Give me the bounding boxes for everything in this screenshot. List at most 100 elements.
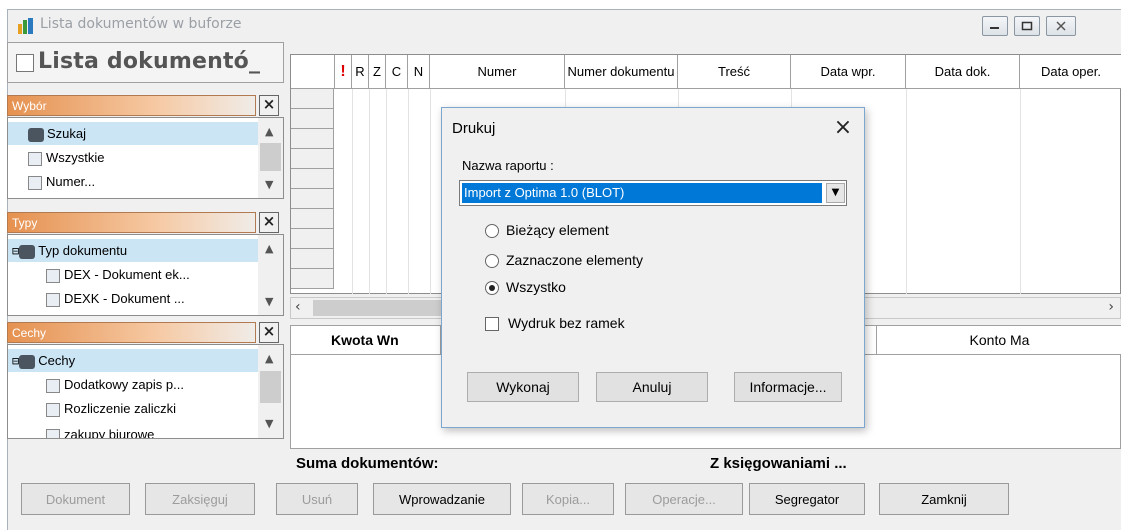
kopia-button[interactable]: Kopia...: [522, 483, 614, 515]
grid-line: [408, 89, 409, 294]
section-header-cechy[interactable]: Cechy: [7, 322, 256, 343]
column-header-r[interactable]: R: [352, 55, 369, 89]
close-icon[interactable]: ×: [826, 114, 860, 142]
app-icon: [18, 18, 34, 34]
button-label: Operacje...: [652, 491, 716, 507]
chevron-up-icon[interactable]: ▲: [265, 242, 273, 255]
summary-postings: Z księgowaniami ...: [710, 455, 847, 472]
wprowadzanie-button[interactable]: Wprowadzanie: [373, 483, 511, 515]
chevron-up-icon[interactable]: ▲: [265, 352, 273, 365]
close-section-button[interactable]: ×: [259, 212, 279, 233]
zamknij-button[interactable]: Zamknij: [879, 483, 1009, 515]
tree-item-zakupy[interactable]: zakupy biurowe: [8, 423, 258, 439]
info-button[interactable]: Informacje...: [734, 372, 842, 402]
report-name-select[interactable]: Import z Optima 1.0 (BLOT) ▼: [459, 180, 847, 206]
chevron-down-icon[interactable]: ▼: [265, 295, 273, 308]
section-header-typy[interactable]: Typy: [7, 212, 256, 233]
chevron-right-icon[interactable]: ›: [1108, 299, 1114, 315]
window-title: Lista dokumentów w buforze: [40, 16, 242, 32]
row-header-corner: [291, 55, 335, 89]
zaksieguj-button[interactable]: Zaksięguj: [145, 483, 255, 515]
window-close-button[interactable]: [1046, 16, 1076, 36]
list-item-label: zakupy biurowe: [64, 427, 155, 439]
list-icon: [28, 151, 42, 166]
button-label: Wykonaj: [496, 379, 550, 395]
tree-item-cechy[interactable]: ⊟ Cechy: [8, 349, 258, 372]
list-item-szukaj[interactable]: Szukaj: [8, 122, 258, 145]
usun-button[interactable]: Usuń: [276, 483, 358, 515]
chevron-down-icon[interactable]: ▼: [265, 417, 273, 430]
row-selector[interactable]: [291, 129, 334, 149]
row-selector[interactable]: [291, 169, 334, 189]
option-biezacy-label: Bieżący element: [506, 222, 609, 238]
chevron-up-icon[interactable]: ▲: [265, 125, 273, 138]
row-selector[interactable]: [291, 109, 334, 129]
maximize-button[interactable]: [1014, 16, 1040, 36]
column-header-data-wpr[interactable]: Data wpr.: [791, 55, 906, 89]
scrollbar-thumb[interactable]: [313, 300, 453, 316]
scrollbar-thumb[interactable]: [260, 371, 281, 403]
cancel-button[interactable]: Anuluj: [596, 372, 708, 402]
chevron-down-icon[interactable]: ▼: [826, 183, 845, 203]
column-header-data-oper[interactable]: Data oper.: [1020, 55, 1121, 89]
chevron-left-icon[interactable]: ‹: [295, 299, 301, 315]
tree-item-dex[interactable]: DEX - Dokument ek...: [8, 263, 258, 286]
dokument-button[interactable]: Dokument: [21, 483, 130, 515]
column-header-n[interactable]: N: [408, 55, 430, 89]
column-header-z[interactable]: Z: [369, 55, 386, 89]
operacje-button[interactable]: Operacje...: [625, 483, 743, 515]
close-section-button[interactable]: ×: [259, 322, 279, 343]
list-icon: [46, 292, 60, 307]
radio-zaznaczone[interactable]: [485, 254, 499, 268]
radio-wszystko[interactable]: [485, 281, 499, 295]
checkbox-bez-ramek[interactable]: [485, 317, 499, 331]
row-selector[interactable]: [291, 249, 334, 269]
list-item-wszystkie[interactable]: Wszystkie: [8, 146, 258, 169]
scrollbar[interactable]: ▲ ▼: [258, 345, 283, 438]
list-icon: [46, 402, 60, 417]
list-item-numer[interactable]: Numer...: [8, 170, 258, 193]
tree-item-typ-dokumentu[interactable]: ⊟ Typ dokumentu: [8, 239, 258, 262]
tree-item-rozliczenie[interactable]: Rozliczenie zaliczki: [8, 397, 258, 420]
execute-button[interactable]: Wykonaj: [467, 372, 579, 402]
row-selector[interactable]: [291, 269, 334, 289]
tree-item-dodatkowy[interactable]: Dodatkowy zapis p...: [8, 373, 258, 396]
section-header-wybor[interactable]: Wybór: [7, 95, 256, 116]
row-selector[interactable]: [291, 209, 334, 229]
button-label: Segregator: [774, 491, 840, 507]
column-header-konto-ma[interactable]: Konto Ma: [877, 326, 1121, 355]
section-title: Wybór: [12, 99, 47, 113]
collapse-icon[interactable]: ⊟: [12, 354, 19, 368]
button-label: Anuluj: [632, 379, 672, 395]
segregator-button[interactable]: Segregator: [749, 483, 865, 515]
column-header-kwota-wn[interactable]: Kwota Wn: [291, 326, 441, 355]
button-label: Kopia...: [545, 491, 591, 507]
row-selector[interactable]: [291, 229, 334, 249]
scrollbar[interactable]: ▲ ▼: [258, 235, 283, 315]
column-header-data-dok[interactable]: Data dok.: [906, 55, 1020, 89]
document-list-icon: [16, 54, 34, 72]
list-wybor: Szukaj Wszystkie Numer... ▲ ▼: [7, 117, 284, 199]
scrollbar-thumb[interactable]: [260, 143, 281, 171]
radio-biezacy[interactable]: [485, 224, 499, 238]
row-selector[interactable]: [291, 89, 334, 109]
summary-documents: Suma dokumentów:: [296, 455, 439, 472]
close-section-button[interactable]: ×: [259, 95, 279, 116]
section-title: Typy: [12, 216, 38, 230]
tree-item-dexk[interactable]: DEXK - Dokument ...: [8, 287, 258, 310]
minimize-button[interactable]: [982, 16, 1008, 36]
row-selector[interactable]: [291, 189, 334, 209]
row-selector[interactable]: [291, 149, 334, 169]
panel-header: Lista dokumentó_: [7, 42, 284, 83]
collapse-icon[interactable]: ⊟: [12, 244, 19, 258]
column-header-numer-dokumentu[interactable]: Numer dokumentu: [565, 55, 678, 89]
column-header-tresc[interactable]: Treść: [678, 55, 791, 89]
chevron-down-icon[interactable]: ▼: [265, 178, 273, 191]
list-item-label: Cechy: [38, 353, 76, 368]
column-header-numer[interactable]: Numer: [430, 55, 565, 89]
title-bar[interactable]: Lista dokumentów w buforze: [8, 10, 1121, 40]
column-header-c[interactable]: C: [386, 55, 408, 89]
column-header-alert[interactable]: !: [335, 55, 352, 89]
scrollbar[interactable]: ▲ ▼: [258, 118, 283, 198]
list-typy: ⊟ Typ dokumentu DEX - Dokument ek... DEXK…: [7, 234, 284, 316]
